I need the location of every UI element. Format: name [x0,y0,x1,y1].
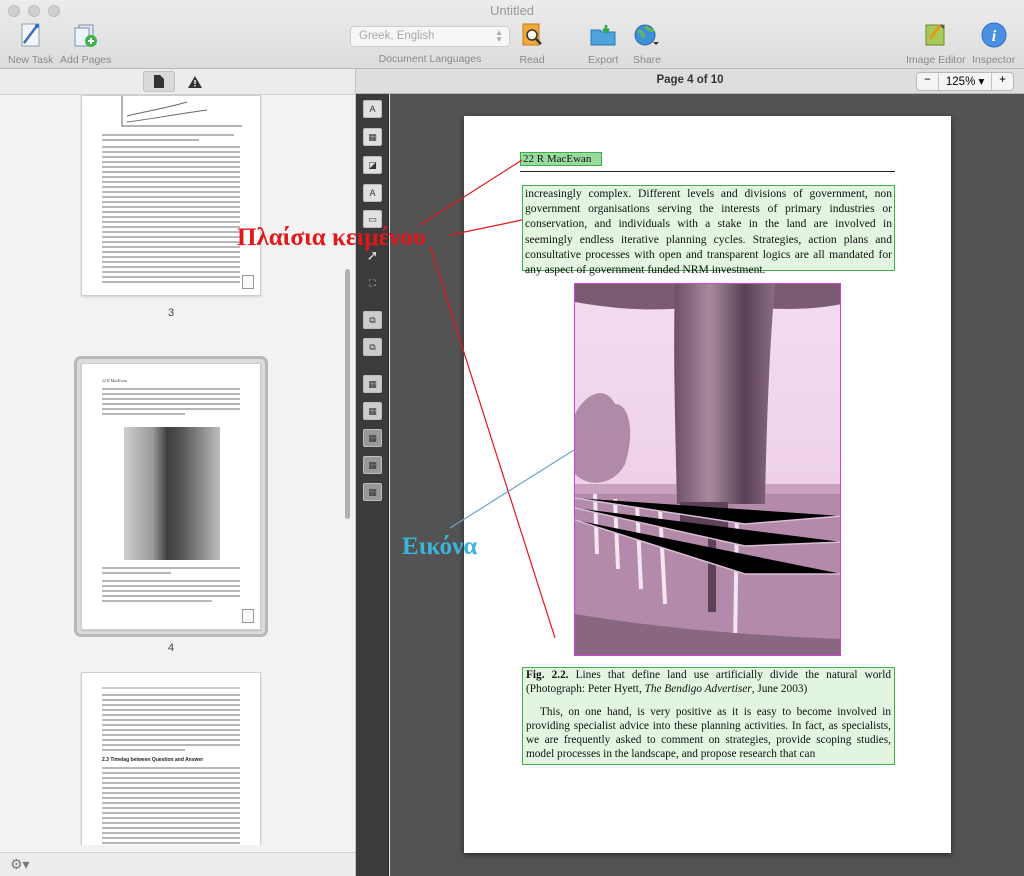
info-icon: i [979,20,1009,50]
image-editor-button[interactable]: Image Editor [906,20,966,66]
image-editor-icon [921,20,951,50]
body-paragraph: This, on one hand, is very positive as i… [526,705,891,761]
read-icon [517,20,547,50]
zoom-level-select[interactable]: 125% ▾ [939,73,993,90]
zoom-control: − 125% ▾ + [916,72,1014,91]
select-arrows-icon: ▲ ▼ [495,28,503,44]
document-icon [154,75,164,88]
header-text-zone[interactable]: 22 R MacEwan [520,152,602,166]
add-pages-button[interactable]: Add Pages [60,20,111,66]
add-area-icon[interactable]: ⧉ [363,311,382,329]
new-task-icon [16,20,46,50]
document-language-select[interactable]: Greek, English ▲ ▼ [350,26,510,47]
area-tools-palette: A ▦ ◪ A ▭ ➚ ⛶ ⧉ ⧉ ▦ ▦ ▦ ▦ ▦ [356,94,389,876]
text-area-tool-icon[interactable]: A [363,100,382,118]
thumbnail-number: 3 [167,307,175,319]
header-rule [520,171,895,172]
thumbnail-page-3[interactable] [81,95,261,296]
text-zone-paragraph[interactable]: increasingly complex. Different levels a… [522,185,895,276]
zoom-in-button[interactable]: + [992,73,1013,90]
background-picture-tool-icon[interactable]: A [363,184,382,202]
text-boxes-annotation: Πλαίσια κειμένου [237,224,426,251]
thumbnail-page-4[interactable]: 22 R MacEwan [81,363,261,630]
figure-caption: Fig. 2.2. Lines that define land use art… [526,669,891,696]
sidebar-scrollbar[interactable] [345,269,350,519]
share-button[interactable]: Share [632,20,662,66]
thumbnail-number: 4 [167,642,175,654]
caption-text-zone[interactable]: Fig. 2.2. Lines that define land use art… [522,667,895,765]
tab-pages[interactable] [143,71,175,92]
sidebar-footer: ⚙▾ [0,852,355,876]
document-canvas: 22 R MacEwan increasingly complex. Diffe… [390,94,1024,876]
main-toolbar: Untitled New Task Add Pages Greek, Engli… [0,0,1024,69]
window-title: Untitled [489,3,535,18]
image-annotation: Εικόνα [402,533,478,560]
zoom-out-button[interactable]: − [917,73,939,90]
warning-icon [188,75,202,88]
table-merge-icon[interactable]: ▦ [363,456,382,474]
gear-icon[interactable]: ⚙▾ [10,856,30,873]
subtract-area-icon[interactable]: ⧉ [363,338,382,356]
page-thumbnails-sidebar: 3 22 R MacEwan 4 2.3 Timelag between Que… [0,69,356,876]
table-area-tool-icon[interactable]: ▦ [363,128,382,146]
document-page: 22 R MacEwan increasingly complex. Diffe… [464,116,951,853]
read-button[interactable]: Read [517,20,547,66]
svg-text:i: i [991,28,996,45]
share-icon [632,20,662,50]
table-add-row-icon[interactable]: ▦ [363,402,382,420]
document-languages-label: Document Languages [378,53,482,65]
delete-area-icon[interactable]: ⛶ [363,275,382,293]
thumbnail-image [124,427,220,560]
tree-photo [575,284,840,655]
table-split-icon[interactable]: ▦ [363,429,382,447]
tab-warnings[interactable] [179,71,211,92]
picture-area-tool-icon[interactable]: ◪ [363,156,382,174]
new-task-button[interactable]: New Task [8,20,53,66]
sidebar-tabs [0,69,355,95]
table-delete-icon[interactable]: ▦ [363,483,382,501]
export-icon [588,20,618,50]
picture-zone[interactable] [574,283,841,656]
thumbnail-page-5[interactable]: 2.3 Timelag between Question and Answer [81,672,261,845]
page-status-icon [242,275,254,289]
table-add-column-icon[interactable]: ▦ [363,375,382,393]
page-status-icon [242,609,254,623]
viewer-header: Page 4 of 10 − 125% ▾ + [356,69,1024,94]
inspector-button[interactable]: i Inspector [972,20,1015,66]
add-pages-icon [71,20,101,50]
export-button[interactable]: Export [588,20,618,66]
thumbnail-list: 3 22 R MacEwan 4 2.3 Timelag between Que… [0,95,355,845]
